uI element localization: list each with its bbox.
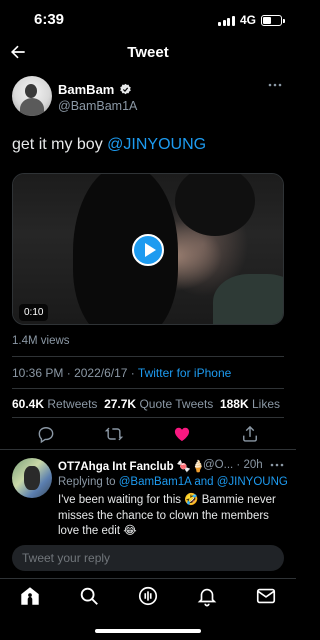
replying-to: Replying to @BamBam1A and @JINYOUNG <box>58 476 288 488</box>
tweet-text: get it my boy @JINYOUNG <box>12 136 206 154</box>
signal-icon <box>218 15 235 26</box>
status-bar: 6:39 4G <box>0 0 296 38</box>
status-indicators: 4G <box>218 13 285 27</box>
reply-text: I've been waiting for this 🤣 Bammie neve… <box>58 494 276 537</box>
quote-tweets-stat[interactable]: 27.7K Quote Tweets <box>104 397 213 411</box>
tweet-header: BamBam @BamBam1A <box>12 76 284 120</box>
divider <box>12 417 284 418</box>
verified-badge-icon <box>120 83 131 95</box>
retweet-icon[interactable] <box>104 424 124 444</box>
network-label: 4G <box>239 13 256 27</box>
tweet-source-link[interactable]: Twitter for iPhone <box>138 366 231 380</box>
battery-fill <box>263 16 271 24</box>
tweet-date: 2022/6/17 <box>74 366 128 380</box>
replying-and: and <box>191 476 217 488</box>
tweet-mention-link[interactable]: @JINYOUNG <box>107 136 206 153</box>
replying-user-link[interactable]: @BamBam1A <box>119 476 191 488</box>
likes-stat[interactable]: 188K Likes <box>220 397 280 411</box>
quote-tweets-label: Quote Tweets <box>139 397 214 411</box>
thumbnail-shoulder <box>213 274 283 324</box>
tweet-time: 10:36 PM <box>12 366 64 380</box>
reply-author-avatar[interactable] <box>12 458 52 498</box>
author-handle[interactable]: @BamBam1A <box>58 99 137 113</box>
retweets-label: Retweets <box>47 397 98 411</box>
reply-input[interactable] <box>12 545 284 571</box>
reply-separator: · <box>236 459 241 471</box>
tweet-action-bar <box>0 424 296 446</box>
reply-more-options-icon[interactable] <box>270 462 284 468</box>
meta-separator: · <box>66 366 71 380</box>
divider <box>12 388 284 389</box>
bottom-tab-bar <box>0 578 296 640</box>
play-button[interactable] <box>132 234 164 266</box>
share-icon[interactable] <box>240 424 260 444</box>
meta-separator: · <box>130 366 135 380</box>
more-options-icon[interactable] <box>268 82 282 88</box>
video-duration: 0:10 <box>19 304 49 321</box>
view-count: 1.4M views <box>12 335 70 347</box>
reply-author-handle: @O... · 20h <box>203 459 263 471</box>
replying-user-link[interactable]: @JINYOUNG <box>217 476 288 488</box>
author-avatar[interactable] <box>12 76 52 116</box>
author-name[interactable]: BamBam <box>58 82 114 97</box>
battery-icon <box>261 14 285 26</box>
likes-label: Likes <box>251 397 280 411</box>
messages-icon[interactable] <box>255 585 277 607</box>
reply-author-name[interactable]: OT7Ahga Int Fanclub 🍬🍦 <box>58 459 205 473</box>
likes-count: 188K <box>219 397 249 411</box>
top-nav: Tweet <box>0 38 296 68</box>
tweet-meta: 10:36 PM · 2022/6/17 · Twitter for iPhon… <box>12 366 231 380</box>
spaces-icon[interactable] <box>137 585 159 607</box>
page-title: Tweet <box>127 44 169 61</box>
quote-tweets-count: 27.7K <box>104 397 137 411</box>
retweets-count: 60.4K <box>12 397 45 411</box>
reply-icon[interactable] <box>36 424 56 444</box>
thumbnail-figure-right <box>175 174 255 236</box>
status-time: 6:39 <box>34 11 65 28</box>
replying-prefix: Replying to <box>58 476 119 488</box>
divider <box>0 449 296 450</box>
notifications-icon[interactable] <box>196 585 218 607</box>
reply-compose-box[interactable] <box>12 545 284 571</box>
video-player[interactable]: 0:10 <box>12 173 284 325</box>
retweets-stat[interactable]: 60.4K Retweets <box>12 397 97 411</box>
search-icon[interactable] <box>78 585 100 607</box>
tweet-stats: 60.4K Retweets 27.7K Quote Tweets 188K L… <box>12 397 280 411</box>
tweet-text-body: get it my boy <box>12 136 108 153</box>
reply-time: 20h <box>243 459 263 471</box>
home-indicator <box>95 629 201 633</box>
home-icon[interactable] <box>19 585 41 607</box>
reply-handle-text[interactable]: @O... <box>203 459 233 471</box>
divider <box>12 356 284 357</box>
like-heart-icon[interactable] <box>172 424 192 444</box>
